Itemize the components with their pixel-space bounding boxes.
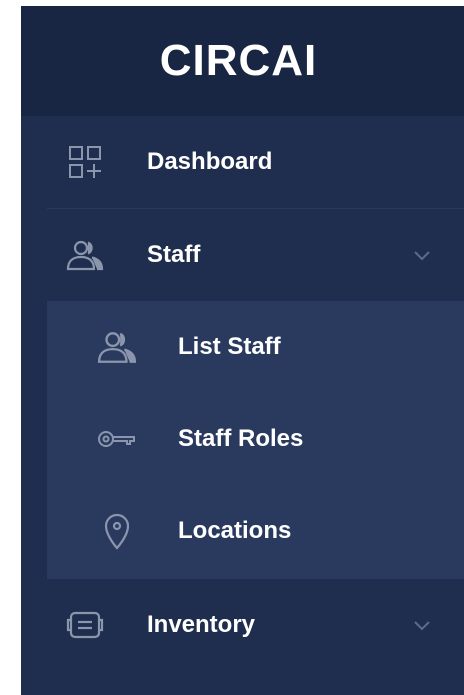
chevron-down-icon[interactable] <box>411 614 433 636</box>
inventory-box-icon <box>65 605 105 645</box>
sidebar-item-staff[interactable]: Staff <box>21 209 464 301</box>
users-icon <box>95 327 139 367</box>
dashboard-grid-icon <box>65 142 105 182</box>
sidebar-subitem-label: Staff Roles <box>178 425 304 452</box>
screen: CIRCAI Dashboard Staff List Staff Staff … <box>0 0 464 695</box>
sidebar-item-label: Staff <box>147 241 201 268</box>
brand-logo[interactable]: CIRCAI <box>21 6 464 116</box>
staff-submenu: List Staff Staff Roles Locations <box>47 301 464 579</box>
sidebar-item-label: Dashboard <box>147 148 273 175</box>
sidebar-item-label: Inventory <box>147 611 256 638</box>
sidebar-item-inventory[interactable]: Inventory <box>21 579 464 671</box>
key-icon <box>95 419 139 459</box>
sidebar-item-dashboard[interactable]: Dashboard <box>21 116 464 208</box>
sidebar-subitem-locations[interactable]: Locations <box>47 485 464 577</box>
users-icon <box>65 235 105 275</box>
sidebar-subitem-label: Locations <box>178 517 292 544</box>
sidebar-subitem-label: List Staff <box>178 333 281 360</box>
map-pin-icon <box>95 511 139 551</box>
chevron-down-icon[interactable] <box>411 244 433 266</box>
brand-name: CIRCAI <box>159 36 318 85</box>
sidebar-subitem-list-staff[interactable]: List Staff <box>47 301 464 393</box>
sidebar-nav: Dashboard Staff List Staff Staff Roles L… <box>21 116 464 671</box>
sidebar-subitem-staff-roles[interactable]: Staff Roles <box>47 393 464 485</box>
sidebar: CIRCAI Dashboard Staff List Staff Staff … <box>21 6 464 695</box>
